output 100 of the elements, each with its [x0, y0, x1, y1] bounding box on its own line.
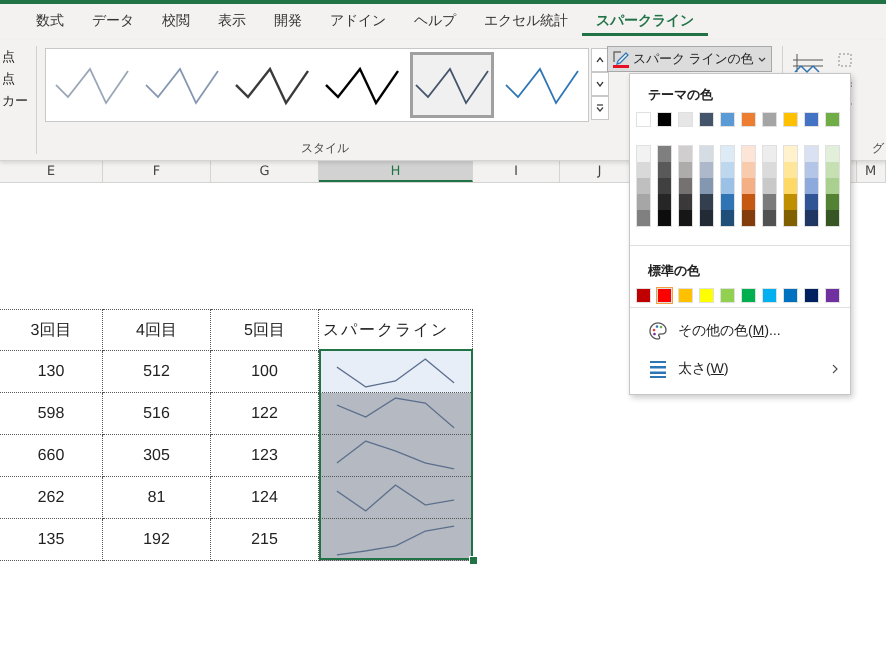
table-header-cell: 5回目	[211, 309, 319, 351]
color-swatch[interactable]	[720, 288, 735, 303]
color-swatch[interactable]	[700, 162, 713, 178]
color-swatch[interactable]	[742, 194, 755, 210]
color-swatch[interactable]	[742, 210, 755, 226]
color-swatch[interactable]	[721, 162, 734, 178]
ribbon-tab[interactable]: 開発	[260, 8, 316, 36]
color-swatch[interactable]	[805, 178, 818, 194]
color-swatch[interactable]	[784, 178, 797, 194]
color-swatch[interactable]	[805, 146, 818, 162]
menu-item[interactable]: 太さ(W)	[630, 350, 850, 388]
color-swatch[interactable]	[658, 194, 671, 210]
ribbon-label[interactable]: 点	[2, 70, 36, 88]
color-swatch[interactable]	[721, 194, 734, 210]
sparkline-color-button[interactable]: スパーク ラインの色	[607, 46, 772, 72]
color-swatch[interactable]	[699, 288, 714, 303]
color-swatch[interactable]	[741, 288, 756, 303]
color-swatch[interactable]	[637, 162, 650, 178]
color-swatch[interactable]	[805, 162, 818, 178]
color-swatch[interactable]	[805, 210, 818, 226]
color-swatch[interactable]	[826, 146, 839, 162]
color-swatch[interactable]	[805, 194, 818, 210]
color-swatch[interactable]	[657, 288, 672, 303]
color-swatch[interactable]	[762, 288, 777, 303]
ribbon-label[interactable]: 点	[2, 48, 36, 66]
color-swatch[interactable]	[826, 210, 839, 226]
ribbon-tab[interactable]: エクセル統計	[470, 8, 582, 36]
color-swatch[interactable]	[699, 112, 714, 127]
column-header[interactable]: E	[0, 161, 103, 182]
color-swatch[interactable]	[637, 210, 650, 226]
color-swatch[interactable]	[762, 112, 777, 127]
color-swatch[interactable]	[804, 288, 819, 303]
menu-item[interactable]: その他の色(M)...	[630, 312, 850, 350]
color-swatch[interactable]	[658, 146, 671, 162]
color-swatch[interactable]	[742, 146, 755, 162]
color-swatch[interactable]	[784, 162, 797, 178]
color-swatch[interactable]	[678, 288, 693, 303]
color-swatch[interactable]	[700, 178, 713, 194]
color-swatch[interactable]	[679, 162, 692, 178]
color-swatch[interactable]	[784, 194, 797, 210]
color-swatch[interactable]	[783, 112, 798, 127]
color-swatch[interactable]	[636, 288, 651, 303]
color-swatch[interactable]	[763, 210, 776, 226]
color-swatch[interactable]	[763, 194, 776, 210]
color-swatch[interactable]	[700, 210, 713, 226]
color-swatch[interactable]	[658, 210, 671, 226]
ribbon-tab[interactable]: アドイン	[316, 8, 400, 36]
ribbon-tab[interactable]: スパークライン	[582, 8, 708, 36]
sparkline-style-option[interactable]	[410, 52, 494, 118]
color-swatch[interactable]	[804, 112, 819, 127]
color-swatch[interactable]	[742, 162, 755, 178]
color-swatch[interactable]	[679, 210, 692, 226]
color-swatch[interactable]	[636, 112, 651, 127]
color-swatch[interactable]	[700, 146, 713, 162]
color-swatch[interactable]	[679, 178, 692, 194]
color-swatch[interactable]	[826, 162, 839, 178]
color-swatch[interactable]	[825, 112, 840, 127]
color-swatch[interactable]	[763, 178, 776, 194]
chevron-up-icon	[595, 55, 605, 65]
ribbon-tab[interactable]: 表示	[204, 8, 260, 36]
color-swatch[interactable]	[658, 162, 671, 178]
ribbon-tab[interactable]: データ	[78, 8, 148, 36]
color-swatch[interactable]	[721, 146, 734, 162]
color-swatch[interactable]	[783, 288, 798, 303]
table-cell: 100	[211, 351, 319, 393]
group-icon[interactable]	[836, 52, 853, 68]
color-swatch[interactable]	[637, 178, 650, 194]
column-header[interactable]: H	[319, 161, 473, 182]
ribbon-tab[interactable]: 数式	[22, 8, 78, 36]
color-swatch[interactable]	[637, 146, 650, 162]
color-swatch[interactable]	[826, 194, 839, 210]
color-swatch[interactable]	[678, 112, 693, 127]
column-header[interactable]: F	[103, 161, 211, 182]
expand-icon	[595, 103, 605, 113]
color-swatch[interactable]	[637, 194, 650, 210]
color-swatch[interactable]	[742, 178, 755, 194]
color-swatch[interactable]	[679, 194, 692, 210]
color-swatch[interactable]	[784, 210, 797, 226]
ribbon-label[interactable]: カー	[2, 92, 36, 110]
color-swatch[interactable]	[784, 146, 797, 162]
fill-handle[interactable]	[469, 556, 478, 565]
column-header[interactable]: I	[473, 161, 560, 182]
color-swatch[interactable]	[763, 162, 776, 178]
ribbon-tab[interactable]: 校閲	[148, 8, 204, 36]
color-swatch[interactable]	[721, 178, 734, 194]
color-swatch[interactable]	[826, 178, 839, 194]
color-swatch[interactable]	[679, 146, 692, 162]
color-swatch[interactable]	[825, 288, 840, 303]
more-button[interactable]	[591, 96, 609, 120]
color-swatch[interactable]	[658, 178, 671, 194]
color-swatch[interactable]	[741, 112, 756, 127]
color-swatch[interactable]	[657, 112, 672, 127]
color-swatch[interactable]	[700, 194, 713, 210]
color-swatch[interactable]	[763, 146, 776, 162]
ribbon-tab[interactable]: ヘルプ	[400, 8, 470, 36]
column-header[interactable]: M	[856, 161, 886, 182]
color-swatch[interactable]	[721, 210, 734, 226]
scroll-down-button[interactable]	[591, 72, 609, 96]
color-swatch[interactable]	[720, 112, 735, 127]
table-cell: 81	[103, 477, 211, 519]
